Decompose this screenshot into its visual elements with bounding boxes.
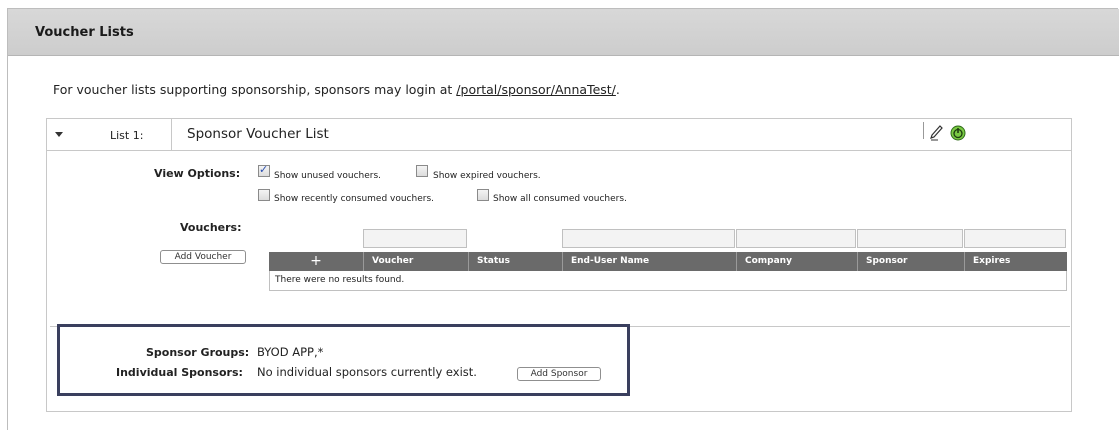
page-header: Voucher Lists (8, 9, 1119, 56)
voucher-table-header: + Voucher Status End-User Name Company S… (269, 252, 1067, 271)
list-name: Sponsor Voucher List (187, 126, 329, 142)
vouchers-label: Vouchers: (180, 221, 242, 234)
view-options-label: View Options: (154, 167, 241, 180)
intro-text: For voucher lists supporting sponsorship… (53, 82, 620, 97)
column-header-sponsor[interactable]: Sponsor (857, 252, 964, 271)
add-sponsor-button[interactable]: Add Sponsor (517, 367, 601, 381)
expires-filter-input[interactable] (964, 229, 1066, 248)
column-header-company[interactable]: Company (736, 252, 857, 271)
column-header-end-user-name[interactable]: End-User Name (562, 252, 736, 271)
show-recently-consumed-checkbox[interactable] (258, 189, 270, 201)
list-header: List 1: Sponsor Voucher List (47, 119, 1071, 151)
sponsors-section: Sponsor Groups: BYOD APP,* Individual Sp… (57, 324, 630, 396)
list-number: List 1: (110, 129, 144, 142)
page-title: Voucher Lists (35, 25, 134, 40)
company-filter-input[interactable] (736, 229, 856, 248)
divider (171, 119, 172, 150)
sponsor-groups-value: BYOD APP,* (257, 345, 324, 359)
individual-sponsors-label: Individual Sponsors: (116, 366, 243, 379)
collapse-arrow-icon[interactable] (55, 132, 63, 137)
show-expired-checkbox[interactable] (416, 165, 428, 177)
sponsor-filter-input[interactable] (857, 229, 963, 248)
show-all-consumed-label: Show all consumed vouchers. (493, 194, 627, 204)
column-header-expires[interactable]: Expires (964, 252, 1067, 271)
column-header-status[interactable]: Status (468, 252, 562, 271)
column-header-voucher[interactable]: Voucher (363, 252, 468, 271)
voucher-filter-input[interactable] (363, 229, 467, 248)
power-icon[interactable] (950, 125, 966, 141)
sponsor-groups-label: Sponsor Groups: (146, 346, 250, 359)
divider (923, 122, 924, 139)
show-expired-label: Show expired vouchers. (433, 171, 541, 181)
show-all-consumed-checkbox[interactable] (477, 189, 489, 201)
individual-sponsors-value: No individual sponsors currently exist. (257, 365, 477, 379)
empty-message: There were no results found. (275, 275, 405, 285)
show-unused-checkbox[interactable] (258, 163, 270, 177)
add-row-icon[interactable]: + (269, 252, 363, 271)
show-recently-consumed-label: Show recently consumed vouchers. (274, 194, 434, 204)
pencil-icon[interactable] (929, 125, 943, 141)
end-user-name-filter-input[interactable] (562, 229, 735, 248)
sponsor-portal-link[interactable]: /portal/sponsor/AnnaTest/ (456, 82, 616, 97)
voucher-table-body: There were no results found. (269, 271, 1067, 291)
add-voucher-button[interactable]: Add Voucher (160, 250, 246, 264)
show-unused-label: Show unused vouchers. (274, 171, 382, 181)
